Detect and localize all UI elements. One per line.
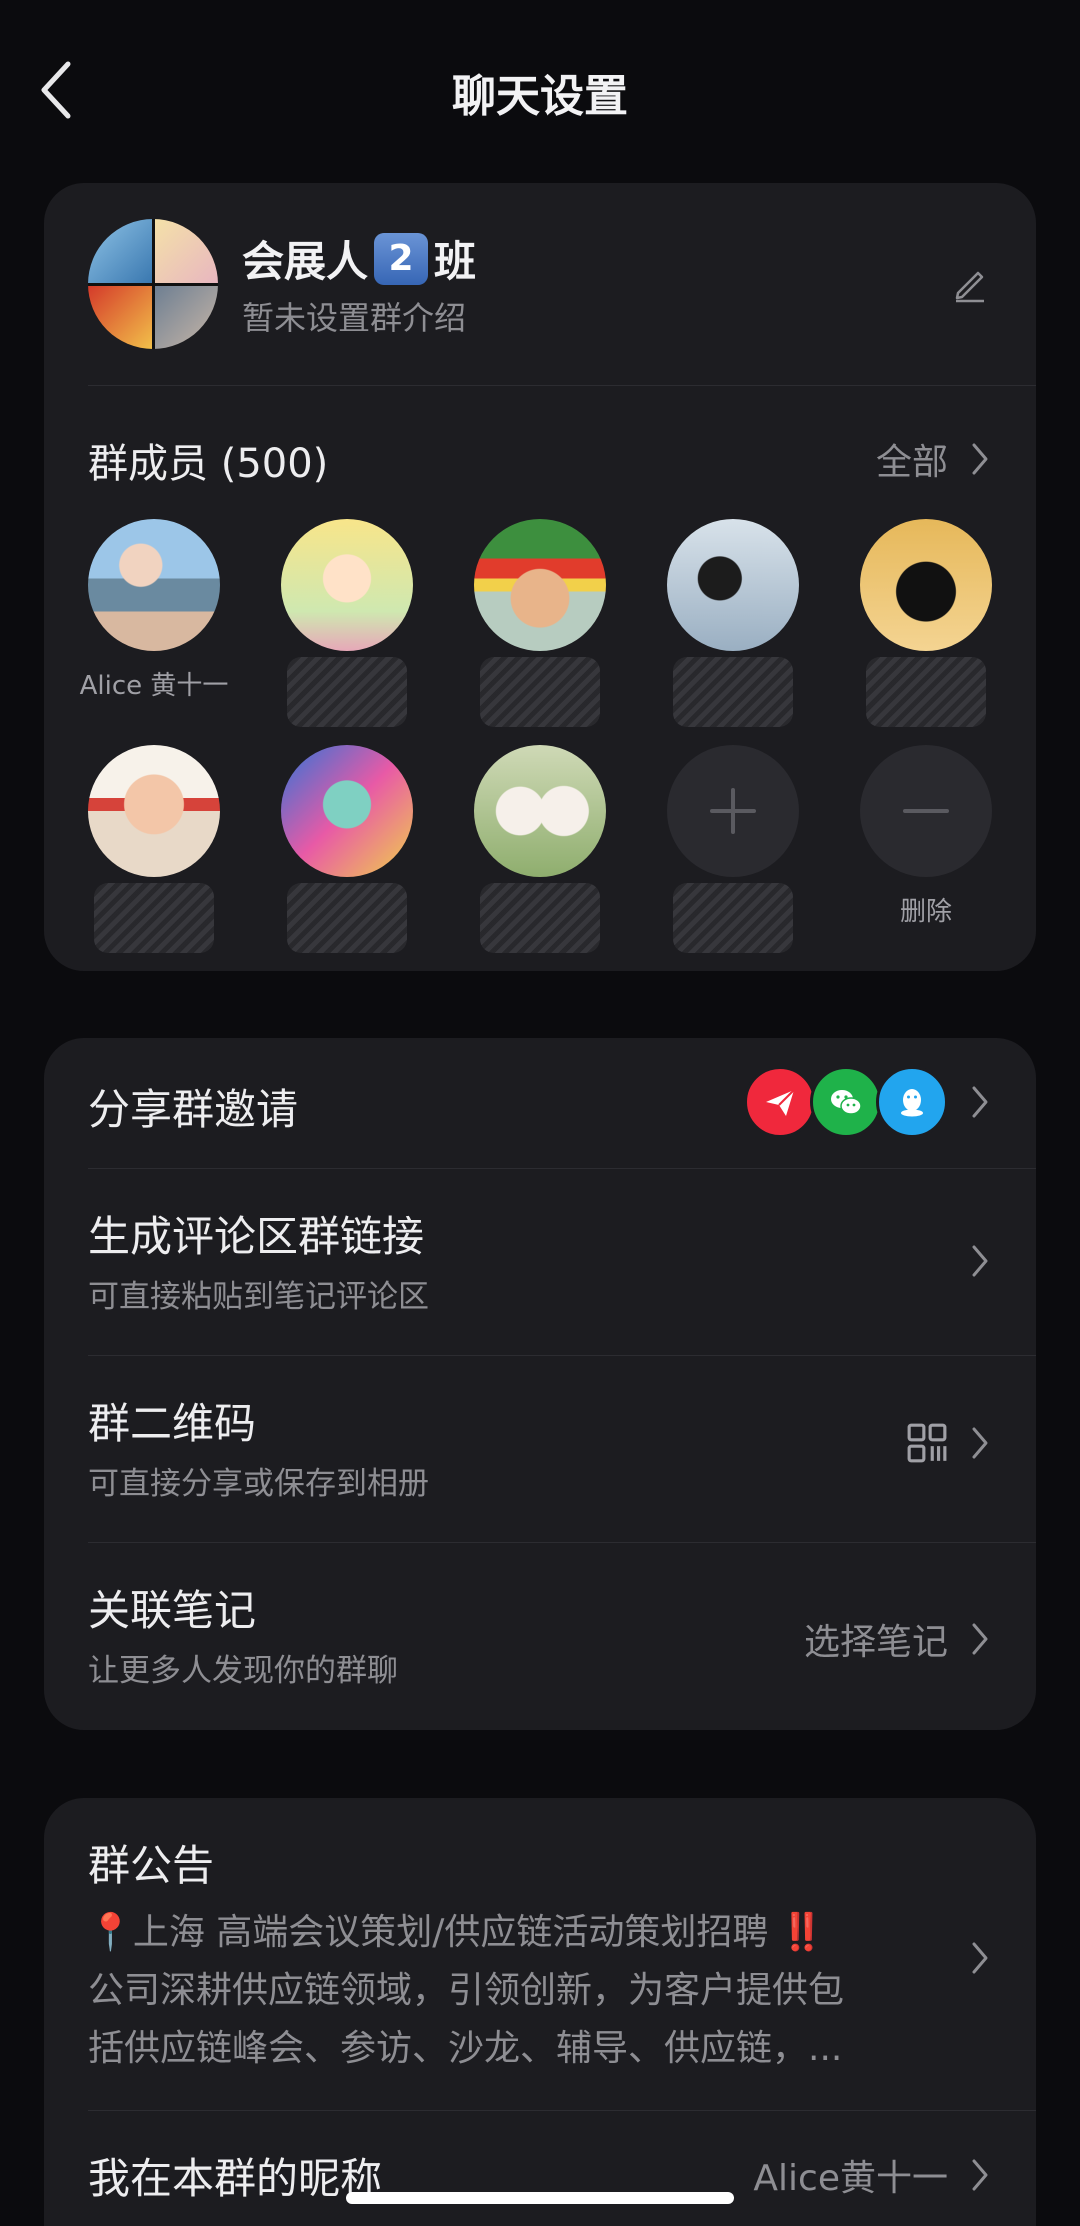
home-indicator: [346, 2192, 734, 2204]
redacted-name: [287, 883, 407, 953]
redacted-name: [866, 657, 986, 727]
chevron-right-icon: [972, 1245, 988, 1277]
notice-line: 括供应链峰会、参访、沙龙、辅导、供应链，...: [88, 2028, 843, 2069]
avatar: [281, 745, 413, 877]
share-invite-row[interactable]: 分享群邀请: [44, 1038, 1036, 1168]
chevron-right-icon: [972, 1623, 988, 1655]
delete-member-item[interactable]: 删除: [836, 745, 1016, 928]
group-name-suffix: 班: [434, 237, 477, 286]
redacted-name: [287, 657, 407, 727]
comment-link-row[interactable]: 生成评论区群链接 可直接粘贴到笔记评论区: [44, 1169, 1036, 1355]
comment-link-actions: [970, 1243, 990, 1279]
nickname-actions: Alice黄十一: [753, 2149, 990, 2201]
avatar: [860, 519, 992, 651]
group-avatar[interactable]: [88, 219, 218, 349]
number-badge: 2: [374, 232, 429, 285]
page-title: 聊天设置: [452, 71, 628, 122]
avatar: [88, 745, 220, 877]
chevron-right-icon: [972, 1942, 988, 1974]
group-notice-row[interactable]: 群公告 📍上海 高端会议策划/供应链活动策划招聘 ‼️ 公司深耕供应链领域，引领…: [44, 1798, 1036, 2110]
nickname-title: 我在本群的昵称: [88, 2154, 383, 2203]
avatar: [281, 519, 413, 651]
qrcode-icon: [907, 1423, 947, 1463]
redacted-name: [94, 883, 214, 953]
member-item[interactable]: [450, 519, 630, 727]
view-all-label: 全部: [875, 442, 948, 483]
chevron-right-icon: [972, 2159, 988, 2191]
member-item[interactable]: [257, 519, 437, 727]
delete-member-button[interactable]: [860, 745, 992, 877]
avatar: [667, 519, 799, 651]
linked-note-subtitle: 让更多人发现你的群聊: [88, 1653, 398, 1689]
minus-icon: [903, 809, 949, 813]
member-item[interactable]: [643, 519, 823, 727]
qrcode-actions: [906, 1422, 990, 1464]
group-name-text: 会展人: [242, 237, 369, 286]
notice-content: 📍上海 高端会议策划/供应链活动策划招聘 ‼️ 公司深耕供应链领域，引领创新，为…: [88, 1904, 908, 2078]
redacted-name: [673, 657, 793, 727]
qrcode-title: 群二维码: [88, 1399, 257, 1448]
header: 聊天设置: [0, 0, 1080, 180]
share-invite-actions: [744, 1066, 990, 1138]
send-icon[interactable]: [744, 1066, 816, 1138]
member-name: Alice 黄十一: [79, 671, 229, 701]
add-member-item[interactable]: [643, 745, 823, 953]
avatar: [474, 519, 606, 651]
chevron-right-icon: [972, 443, 988, 475]
notice-title: 群公告: [88, 1841, 215, 1890]
redacted-name: [673, 883, 793, 953]
delete-label: 删除: [899, 897, 952, 927]
linked-note-row[interactable]: 关联笔记 让更多人发现你的群聊 选择笔记: [44, 1543, 1036, 1730]
chevron-right-icon: [972, 1086, 988, 1118]
share-invite-label: 分享群邀请: [88, 1085, 299, 1134]
chevron-right-icon: [972, 1427, 988, 1459]
redacted-name: [480, 657, 600, 727]
edit-icon[interactable]: [950, 263, 990, 303]
qrcode-subtitle: 可直接分享或保存到相册: [88, 1466, 429, 1502]
plus-icon: [710, 788, 756, 834]
share-channels: [744, 1066, 948, 1138]
notice-line: 📍上海 高端会议策划/供应链活动策划招聘 ‼️: [88, 1912, 825, 1953]
comment-link-title: 生成评论区群链接: [88, 1212, 425, 1261]
nickname-row[interactable]: 我在本群的昵称 Alice黄十一: [44, 2111, 1036, 2226]
linked-note-actions: 选择笔记: [804, 1613, 990, 1665]
divider: [88, 385, 1036, 386]
notice-line: 公司深耕供应链领域，引领创新，为客户提供包: [88, 1970, 845, 2011]
linked-note-title: 关联笔记: [88, 1586, 257, 1635]
avatar: [88, 519, 220, 651]
member-item[interactable]: [64, 745, 244, 953]
qq-icon[interactable]: [876, 1066, 948, 1138]
notice-actions: [970, 1940, 990, 1976]
view-all-members-button[interactable]: 全部: [876, 433, 990, 485]
nickname-value: Alice黄十一: [753, 2158, 948, 2199]
avatar: [474, 745, 606, 877]
members-title: 群成员 (500): [88, 441, 329, 487]
notice-card: 群公告 📍上海 高端会议策划/供应链活动策划招聘 ‼️ 公司深耕供应链领域，引领…: [44, 1798, 1036, 2226]
group-info-card: 会展人 2 班 暂未设置群介绍 群成员 (500) 全部 Alice 黄十一 删…: [44, 183, 1036, 971]
redacted-name: [480, 883, 600, 953]
member-item[interactable]: [257, 745, 437, 953]
select-note-label: 选择笔记: [803, 1622, 948, 1663]
member-item[interactable]: [836, 519, 1016, 727]
add-member-button[interactable]: [667, 745, 799, 877]
member-item[interactable]: [450, 745, 630, 953]
member-item[interactable]: Alice 黄十一: [64, 519, 244, 702]
group-name[interactable]: 会展人 2 班: [242, 228, 476, 289]
group-intro: 暂未设置群介绍: [242, 299, 467, 337]
qrcode-row[interactable]: 群二维码 可直接分享或保存到相册: [44, 1356, 1036, 1542]
share-card: 分享群邀请 生成评论区群链接 可直接粘贴到笔记评论区 群二维码 可直接分享或保存…: [44, 1038, 1036, 1730]
wechat-icon[interactable]: [810, 1066, 882, 1138]
comment-link-subtitle: 可直接粘贴到笔记评论区: [88, 1279, 429, 1315]
